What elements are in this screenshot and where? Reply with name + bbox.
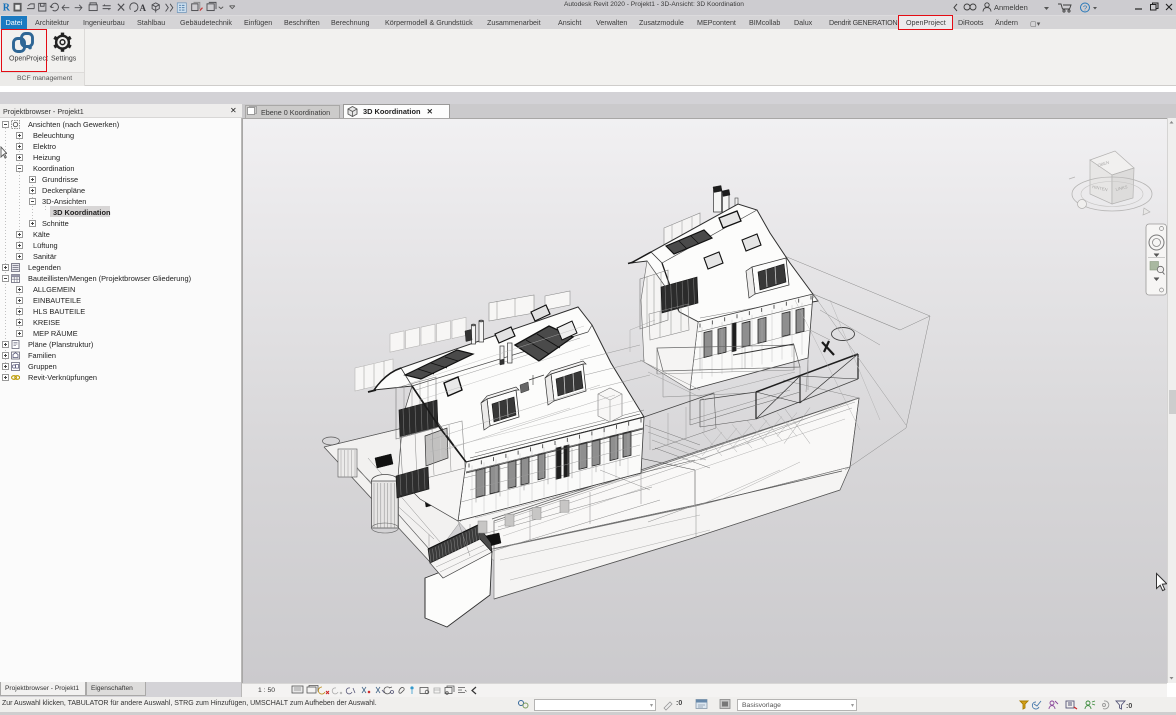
svg-text:A: A [139, 4, 146, 14]
svg-text:Anmelden: Anmelden [994, 3, 1028, 12]
svg-text:R: R [3, 2, 11, 13]
svg-text:Settings: Settings [51, 56, 77, 63]
svg-text::0: :0 [1126, 703, 1132, 710]
svg-text:?: ? [1083, 4, 1087, 13]
